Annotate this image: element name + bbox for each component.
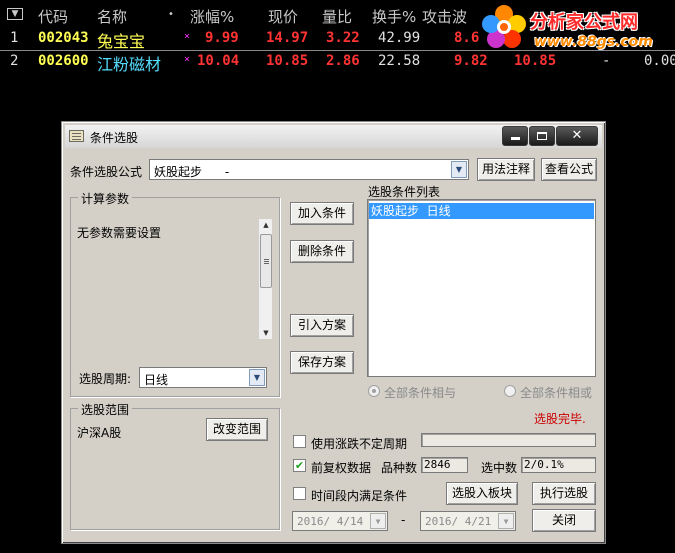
use-variable-period-checkbox[interactable] bbox=[293, 435, 306, 448]
import-scheme-button[interactable]: 引入方案 bbox=[290, 314, 354, 337]
scope-value: 沪深A股 bbox=[77, 426, 122, 440]
view-formula-button[interactable]: 查看公式 bbox=[541, 158, 597, 181]
row-change: 9.99 bbox=[205, 30, 239, 46]
watermark-title: 分析家公式网 bbox=[530, 12, 638, 33]
row-vol-ratio: 2.86 bbox=[326, 53, 360, 69]
maximize-icon bbox=[537, 131, 547, 140]
col-price[interactable]: 现价 bbox=[268, 6, 298, 27]
row-vol-ratio: 3.22 bbox=[326, 30, 360, 46]
col-vol-ratio[interactable]: 量比 bbox=[322, 6, 352, 27]
row-name: 兔宝宝 bbox=[97, 32, 146, 51]
date-to-value: 2016/ 4/21 bbox=[425, 515, 492, 528]
watermark-url: www.88gs.com bbox=[534, 34, 653, 50]
radio-and-label: 全部条件相与 bbox=[384, 386, 457, 400]
condition-stock-picker-dialog: 条件选股 ✕ 条件选股公式 妖股起步 - ▼ 用法注释 查看公式 计算参数 无参… bbox=[61, 121, 606, 544]
chevron-down-icon[interactable]: ▼ bbox=[249, 369, 265, 386]
col-code[interactable]: 代码 bbox=[38, 6, 68, 27]
scroll-thumb[interactable] bbox=[260, 234, 272, 288]
row-code: 002043 bbox=[38, 30, 89, 46]
period-label: 选股周期: bbox=[79, 372, 132, 386]
row-price: 14.97 bbox=[266, 30, 309, 46]
col-attack[interactable]: 攻击波 bbox=[422, 6, 467, 27]
minimize-icon bbox=[510, 137, 520, 140]
flower-logo-icon bbox=[482, 5, 526, 48]
add-to-block-button[interactable]: 选股入板块 bbox=[446, 482, 518, 505]
formula-select[interactable]: 妖股起步 - ▼ bbox=[149, 159, 469, 180]
time-range-checkbox[interactable] bbox=[293, 487, 306, 500]
date-from-picker[interactable]: 2016/ 4/14 ▼ bbox=[292, 511, 388, 531]
period-select-value: 日线 bbox=[144, 373, 169, 387]
row-index: 2 bbox=[10, 53, 19, 69]
row-mark: × bbox=[184, 31, 191, 42]
params-scrollbar[interactable]: ▲ ▼ bbox=[258, 219, 272, 339]
date-to-picker[interactable]: 2016/ 4/21 ▼ bbox=[420, 511, 516, 531]
formula-label: 条件选股公式 bbox=[70, 165, 143, 179]
chevron-down-icon[interactable]: ▼ bbox=[370, 513, 386, 529]
col-turnover[interactable]: 换手% bbox=[372, 6, 416, 27]
list-item[interactable]: 妖股起步 日线 bbox=[369, 203, 594, 219]
dialog-title: 条件选股 bbox=[90, 131, 139, 145]
period-select[interactable]: 日线 ▼ bbox=[139, 367, 267, 388]
add-condition-button[interactable]: 加入条件 bbox=[290, 202, 354, 225]
window-app-icon bbox=[69, 130, 84, 142]
minimize-button[interactable] bbox=[502, 126, 528, 146]
radio-or-label: 全部条件相或 bbox=[520, 386, 593, 400]
params-text: 无参数需要设置 bbox=[77, 226, 162, 240]
row-code: 002600 bbox=[38, 53, 89, 69]
selected-label: 选中数 bbox=[481, 461, 518, 475]
run-selection-button[interactable]: 执行选股 bbox=[532, 482, 596, 505]
save-scheme-button[interactable]: 保存方案 bbox=[290, 351, 354, 374]
dropdown-triangle-icon[interactable]: ▼ bbox=[7, 8, 23, 20]
condition-list[interactable]: 妖股起步 日线 bbox=[367, 199, 596, 377]
chevron-down-icon[interactable]: ▼ bbox=[451, 161, 467, 178]
change-scope-button[interactable]: 改变范围 bbox=[206, 418, 268, 441]
row-index: 1 bbox=[10, 30, 19, 46]
row-price: 10.85 bbox=[266, 53, 309, 69]
varieties-value: 2846 bbox=[421, 457, 468, 473]
close-icon: ✕ bbox=[571, 128, 583, 143]
params-group-title: 计算参数 bbox=[78, 190, 133, 207]
selected-value: 2/0.1% bbox=[521, 457, 596, 473]
row-name: 江粉磁材 bbox=[97, 55, 162, 74]
use-variable-period-label: 使用涨跌不定周期 bbox=[311, 437, 408, 451]
usage-notes-button[interactable]: 用法注释 bbox=[477, 158, 535, 181]
scroll-up-icon[interactable]: ▲ bbox=[259, 221, 273, 229]
date-from-value: 2016/ 4/14 bbox=[297, 515, 364, 528]
date-separator: - bbox=[401, 513, 406, 527]
delete-condition-button[interactable]: 删除条件 bbox=[290, 240, 354, 263]
dialog-titlebar[interactable]: 条件选股 ✕ bbox=[65, 125, 602, 148]
scope-group-title: 选股范围 bbox=[78, 401, 133, 418]
site-watermark: 分析家公式网 www.88gs.com bbox=[476, 0, 675, 56]
pre-adjust-checkbox[interactable]: ✔ bbox=[293, 459, 306, 472]
progress-bar bbox=[421, 433, 596, 447]
row-turnover: 22.58 bbox=[378, 53, 421, 69]
col-change[interactable]: 涨幅% bbox=[190, 6, 234, 27]
radio-or[interactable] bbox=[504, 385, 516, 397]
row-mark: × bbox=[184, 54, 191, 65]
chevron-down-icon[interactable]: ▼ bbox=[498, 513, 514, 529]
scroll-down-icon[interactable]: ▼ bbox=[259, 329, 273, 337]
condition-list-label: 选股条件列表 bbox=[368, 185, 441, 199]
maximize-button[interactable] bbox=[529, 126, 555, 146]
varieties-label: 品种数 bbox=[381, 461, 418, 475]
pre-adjust-label: 前复权数据 bbox=[311, 461, 372, 475]
status-text: 选股完毕. bbox=[534, 412, 586, 426]
row-turnover: 42.99 bbox=[378, 30, 421, 46]
close-button[interactable]: 关闭 bbox=[532, 509, 596, 532]
radio-and[interactable] bbox=[368, 385, 380, 397]
time-range-label: 时间段内满足条件 bbox=[311, 489, 408, 503]
close-window-button[interactable]: ✕ bbox=[556, 126, 598, 146]
col-mark[interactable]: • bbox=[168, 9, 174, 20]
row-change: 10.04 bbox=[197, 53, 240, 69]
col-name[interactable]: 名称 bbox=[97, 6, 127, 27]
formula-select-value: 妖股起步 - bbox=[154, 165, 230, 179]
